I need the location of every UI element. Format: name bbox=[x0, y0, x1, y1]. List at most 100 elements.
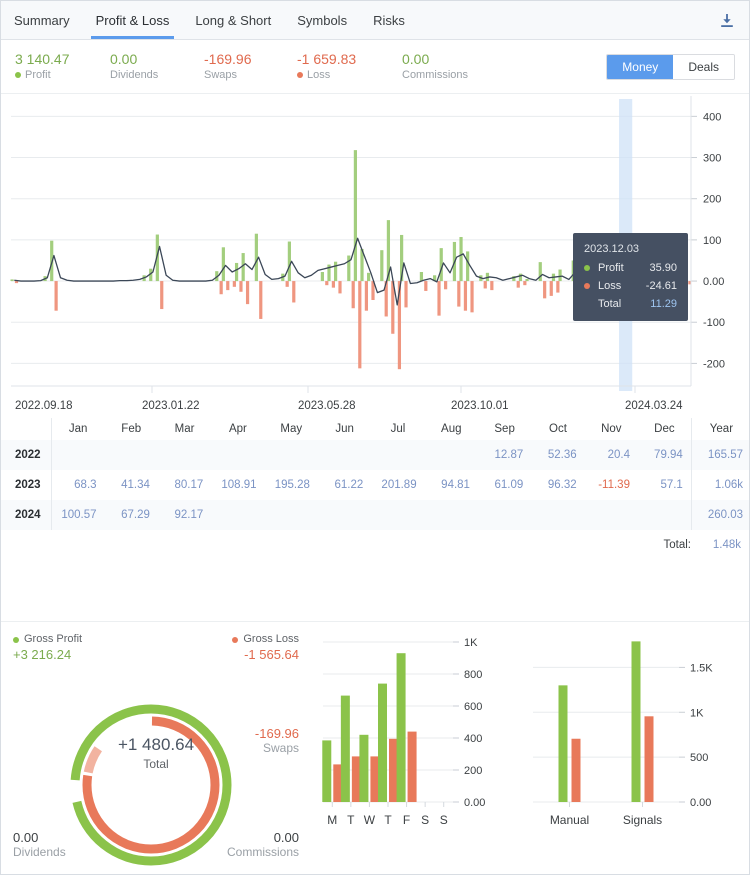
commissions-corner: 0.00 Commissions bbox=[227, 830, 299, 860]
svg-text:Manual: Manual bbox=[550, 813, 589, 827]
month-cell bbox=[531, 500, 585, 530]
month-cell: 41.34 bbox=[121, 479, 150, 491]
stat-loss: -1 659.83 Loss bbox=[297, 51, 392, 83]
donut-profit-arc bbox=[70, 704, 232, 866]
profit-loss-report: Summary Profit & Loss Long & Short Symbo… bbox=[0, 0, 750, 875]
month-cell bbox=[424, 500, 478, 530]
svg-text:Signals: Signals bbox=[623, 813, 662, 827]
tooltip-loss-value: -24.61 bbox=[645, 280, 677, 292]
month-cell bbox=[51, 440, 105, 470]
donut-loss-arc bbox=[82, 716, 220, 854]
month-cell bbox=[104, 440, 158, 470]
month-cell: 80.17 bbox=[174, 479, 204, 491]
svg-text:200: 200 bbox=[703, 194, 721, 206]
month-cell bbox=[424, 440, 478, 470]
month-cell: 195.28 bbox=[274, 479, 310, 491]
svg-text:W: W bbox=[364, 813, 376, 827]
month-cell bbox=[477, 500, 532, 530]
col-header-sep: Sep bbox=[494, 423, 515, 435]
dividends-corner: 0.00 Dividends bbox=[13, 830, 66, 860]
row-year: 2024 bbox=[1, 500, 52, 530]
stat-dividends: 0.00 Dividends bbox=[110, 51, 194, 83]
stat-value: -169.96 bbox=[204, 50, 252, 67]
month-cell: 96.32 bbox=[547, 479, 577, 491]
tab-risks[interactable]: Risks bbox=[360, 1, 418, 39]
svg-text:T: T bbox=[347, 813, 355, 827]
row-year: 2022 bbox=[1, 440, 52, 470]
source-chart-svg: 0.00 500 1K 1.5K Manual Signals bbox=[533, 641, 713, 827]
tooltip-loss-label: Loss bbox=[598, 280, 622, 292]
svg-text:400: 400 bbox=[464, 733, 482, 745]
tooltip-profit-row: Profit 35.90 bbox=[584, 259, 677, 277]
svg-text:1K: 1K bbox=[690, 707, 704, 719]
month-cell bbox=[157, 440, 212, 470]
tooltip-total-label: Total bbox=[598, 298, 622, 310]
svg-text:0.00: 0.00 bbox=[690, 797, 711, 809]
month-cell bbox=[637, 500, 692, 530]
table-header: Jan Feb Mar Apr May Jun Jul Aug Sep Oct … bbox=[1, 418, 749, 440]
loss-dot-icon bbox=[297, 72, 303, 78]
table-row: 2023 68.3 41.34 80.17 108.91 195.28 61.22 201.8… bbox=[1, 470, 749, 500]
display-mode-toggle[interactable]: Money Deals bbox=[606, 54, 735, 80]
month-cell: 201.89 bbox=[381, 479, 417, 491]
col-header-jul: Jul bbox=[390, 423, 406, 435]
col-header-mar: Mar bbox=[174, 423, 195, 435]
month-cell: 57.1 bbox=[660, 479, 683, 491]
stat-value: 0.00 bbox=[110, 50, 138, 67]
tab-label: Long & Short bbox=[195, 12, 272, 28]
svg-text:100: 100 bbox=[703, 235, 721, 247]
download-button[interactable] bbox=[715, 9, 739, 33]
month-cell bbox=[211, 440, 265, 470]
date-tick-1: 2023.01.22 bbox=[142, 400, 200, 412]
date-tick-0: 2022.09.18 bbox=[15, 400, 73, 412]
col-header-jun: Jun bbox=[335, 423, 354, 435]
download-icon bbox=[721, 14, 733, 27]
date-tick-2: 2023.05.28 bbox=[298, 400, 356, 412]
tab-label: Summary bbox=[14, 12, 70, 28]
grand-total-value: 1.48k bbox=[712, 539, 741, 551]
row-year: 2023 bbox=[1, 470, 52, 500]
svg-text:F: F bbox=[403, 813, 410, 827]
toggle-money[interactable]: Money bbox=[607, 55, 674, 79]
tab-label: Risks bbox=[373, 12, 405, 28]
col-header-year bbox=[1, 418, 52, 440]
tab-long-and-short[interactable]: Long & Short bbox=[182, 1, 284, 39]
svg-text:0.00: 0.00 bbox=[703, 276, 724, 288]
weekday-chart-panel: 0.00 200 400 600 800 1K M T W T F S S bbox=[311, 622, 523, 874]
gross-profit-loss-panel: Gross Profit +3 216.24 Gross Loss -1 565… bbox=[1, 622, 311, 874]
monthly-returns-table: Jan Feb Mar Apr May Jun Jul Aug Sep Oct … bbox=[1, 418, 749, 530]
month-cell bbox=[211, 500, 265, 530]
stat-value: 3 140.47 bbox=[15, 50, 70, 67]
tooltip-profit-label: Profit bbox=[598, 262, 624, 274]
grand-total-row: Total: 1.48k bbox=[1, 530, 749, 551]
col-header-may: May bbox=[280, 423, 303, 435]
stat-label: Dividends bbox=[110, 68, 159, 81]
month-cell bbox=[317, 440, 372, 470]
month-cell bbox=[264, 500, 318, 530]
month-cell: 52.36 bbox=[531, 440, 585, 470]
svg-text:S: S bbox=[421, 813, 429, 827]
svg-text:500: 500 bbox=[690, 752, 708, 764]
row-total: 165.57 bbox=[690, 440, 749, 470]
svg-text:1.5K: 1.5K bbox=[690, 662, 713, 674]
col-header-nov: Nov bbox=[601, 423, 622, 435]
svg-text:-100: -100 bbox=[703, 317, 725, 329]
commissions-value: 0.00 bbox=[273, 830, 299, 845]
tab-profit-and-loss[interactable]: Profit & Loss bbox=[83, 1, 183, 39]
tooltip-loss-row: Loss -24.61 bbox=[584, 277, 677, 295]
bottom-charts: Gross Profit +3 216.24 Gross Loss -1 565… bbox=[1, 621, 749, 874]
tab-list: Summary Profit & Loss Long & Short Symbo… bbox=[1, 1, 418, 39]
month-cell: 67.29 bbox=[104, 500, 158, 530]
tab-symbols[interactable]: Symbols bbox=[284, 1, 360, 39]
tooltip-date: 2023.12.03 bbox=[584, 243, 640, 255]
toggle-deals[interactable]: Deals bbox=[673, 55, 734, 79]
svg-text:S: S bbox=[440, 813, 448, 827]
swaps-value: -169.96 bbox=[254, 726, 299, 741]
stat-swaps: -169.96 Swaps bbox=[204, 51, 287, 83]
profit-loss-chart[interactable]: 400 300 200 100 0.00 -100 -200 2023.12.03 Prof… bbox=[1, 93, 749, 398]
stat-label: Profit bbox=[25, 68, 51, 81]
dividends-value: 0.00 bbox=[13, 830, 39, 845]
tab-summary[interactable]: Summary bbox=[1, 1, 83, 39]
tab-label: Symbols bbox=[297, 12, 348, 28]
month-cell: 100.57 bbox=[51, 500, 105, 530]
